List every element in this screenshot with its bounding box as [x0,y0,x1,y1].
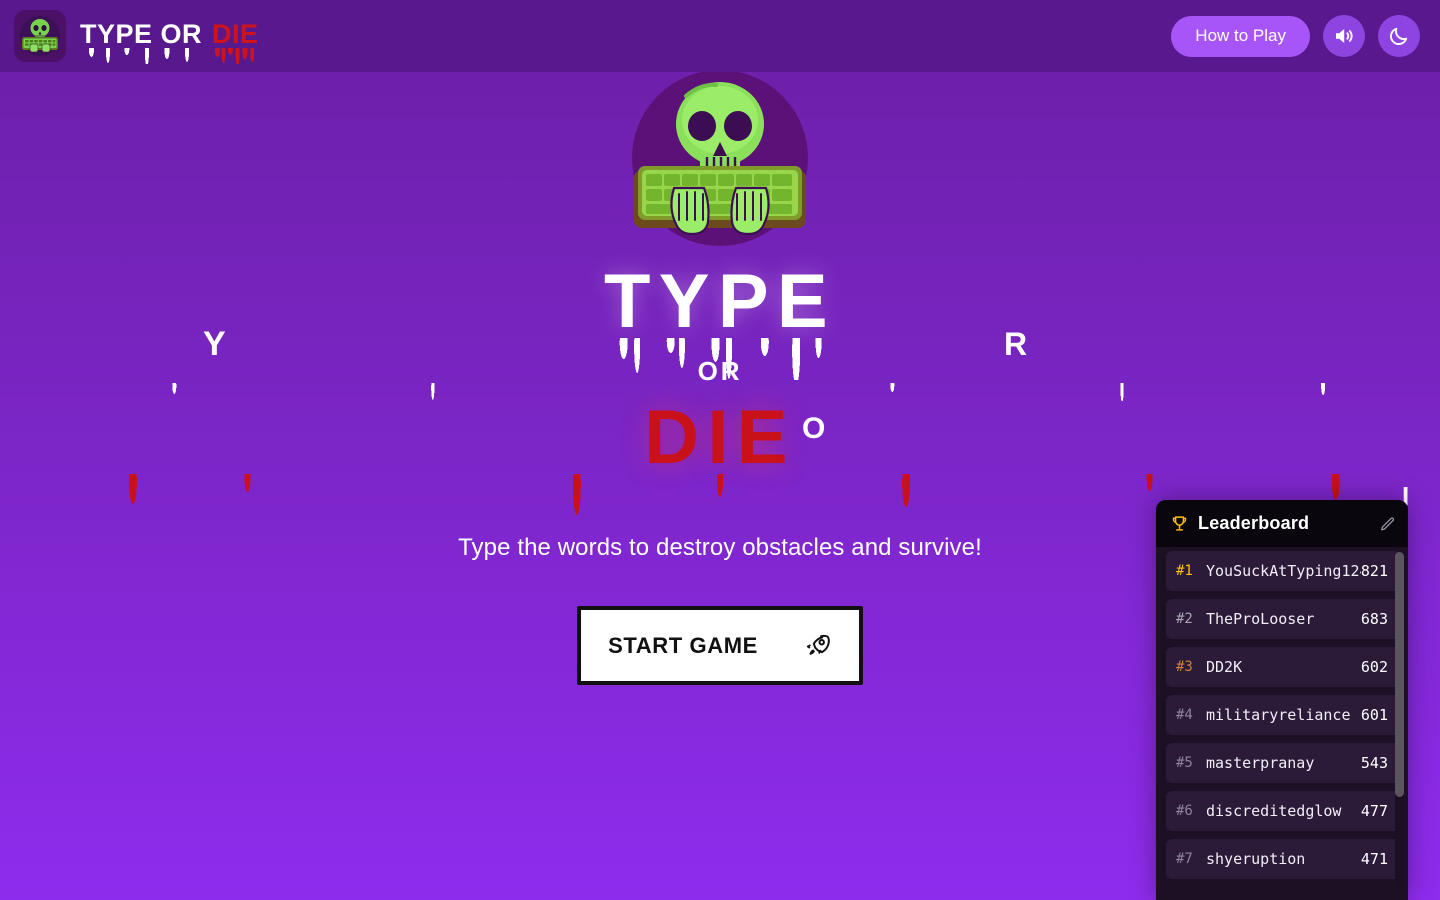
leaderboard-rank: #1 [1176,563,1193,579]
leaderboard-scroll-thumb[interactable] [1395,552,1404,797]
leaderboard-rank: #6 [1176,803,1193,819]
speaker-volume-icon [1336,29,1353,43]
leaderboard-row[interactable]: #5 masterpranay 543 [1166,743,1400,783]
leaderboard-score: 821 [1360,562,1388,580]
leaderboard-header: Leaderboard [1156,500,1408,547]
leaderboard-player-name: YouSuckAtTyping124 [1206,562,1361,580]
leaderboard-row[interactable]: #1 YouSuckAtTyping124 821 [1166,551,1400,591]
leaderboard-player-name: masterpranay [1206,754,1315,772]
leaderboard-row[interactable]: #3 DD2K 602 [1166,647,1400,687]
skull-keyboard-logo-icon [14,10,66,62]
leaderboard-score: 683 [1360,610,1388,628]
falling-letter: Y [203,325,226,363]
title-die: DIE [0,400,1440,517]
leaderboard-score: 471 [1360,850,1388,868]
leaderboard-rank: #7 [1176,851,1193,867]
app-header: TYPE OR DIE How to Play [0,0,1440,72]
sound-toggle-button[interactable] [1323,15,1365,57]
header-actions: How to Play [1171,15,1420,57]
title-type: TYPE [604,259,836,381]
leaderboard-row[interactable]: #4 militaryreliance 601 [1166,695,1400,735]
pencil-edit-icon[interactable] [1378,515,1396,533]
leaderboard-player-name: shyeruption [1206,850,1306,868]
theme-toggle-button[interactable] [1378,15,1420,57]
brand-title-primary: TYPE OR [80,18,203,64]
leaderboard-player-name: DD2K [1206,658,1243,676]
moon-icon [1390,27,1408,45]
leaderboard-score: 543 [1360,754,1388,772]
leaderboard-row[interactable]: #7 shyeruption 471 [1166,839,1400,879]
falling-letter: R [1004,326,1028,362]
trophy-icon [1172,516,1187,531]
falling-letter: O [802,412,826,445]
leaderboard-player-name: TheProLooser [1206,610,1315,628]
leaderboard-rank: #2 [1176,611,1193,627]
leaderboard-rank: #3 [1176,659,1193,675]
leaderboard-player-name: militaryreliance [1206,706,1351,724]
how-to-play-button[interactable]: How to Play [1171,15,1310,57]
leaderboard-title: Leaderboard [1198,513,1310,533]
start-game-label: START GAME [608,632,758,658]
leaderboard-scrollbar[interactable] [1395,552,1404,892]
brand-title-accent: DIE [212,18,259,64]
start-game-button[interactable]: START GAME [577,606,863,685]
leaderboard-score: 477 [1360,802,1388,820]
leaderboard-panel: Leaderboard #1 YouSuckAtTyping124 821 #2 The… [1156,500,1408,900]
leaderboard-player-name: discreditedglow [1206,802,1342,820]
leaderboard-score: 601 [1360,706,1388,724]
leaderboard-row[interactable]: #6 discreditedglow 477 [1166,791,1400,831]
leaderboard-score: 602 [1360,658,1388,676]
brand-title: TYPE OR DIE [80,18,259,64]
leaderboard-rank: #4 [1176,707,1193,723]
skull-keyboard-emblem-icon [632,70,808,246]
rocket-icon [806,634,830,655]
leaderboard-row[interactable]: #2 TheProLooser 683 [1166,599,1400,639]
game-title: TYPE O R DIE [0,259,1440,517]
leaderboard-rank: #5 [1176,755,1193,771]
leaderboard-rows: #1 YouSuckAtTyping124 821 #2 TheProLooser 683… [1156,547,1408,887]
brand[interactable]: TYPE OR DIE [14,10,259,64]
